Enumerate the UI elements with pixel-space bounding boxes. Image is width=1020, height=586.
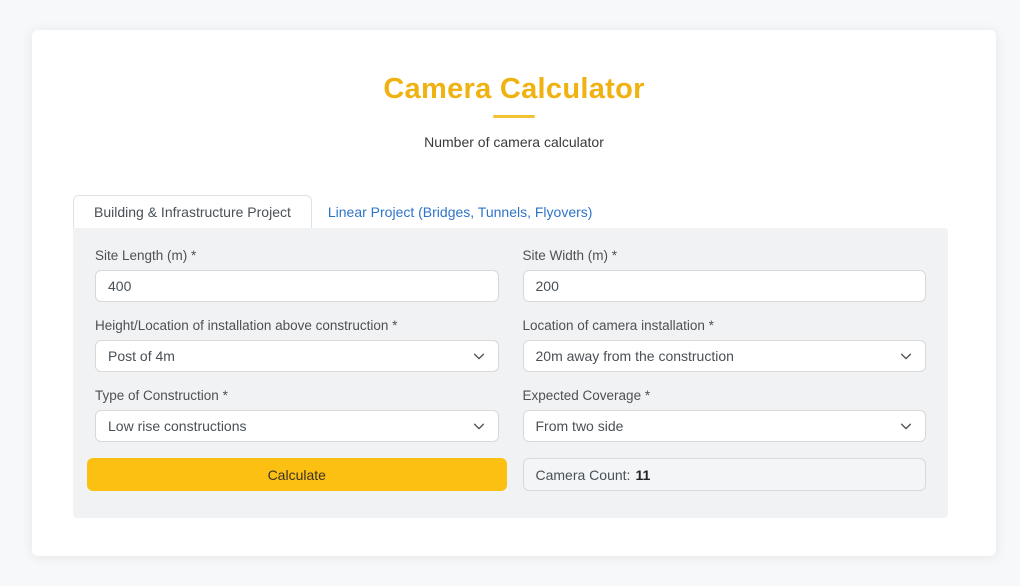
site-length-input[interactable] xyxy=(95,270,499,302)
camera-calculator-card: Camera Calculator Number of camera calcu… xyxy=(32,30,996,556)
construction-type-label: Type of Construction * xyxy=(95,388,499,403)
installation-location-label: Location of camera installation * xyxy=(523,318,927,333)
field-installation-height: Height/Location of installation above co… xyxy=(95,318,499,372)
camera-count-label: Camera Count: xyxy=(536,467,631,483)
installation-height-label: Height/Location of installation above co… xyxy=(95,318,499,333)
field-expected-coverage: Expected Coverage * From two side xyxy=(523,388,927,442)
tab-linear-project[interactable]: Linear Project (Bridges, Tunnels, Flyove… xyxy=(312,195,609,228)
title-underline xyxy=(493,115,535,118)
chevron-down-icon xyxy=(899,419,913,433)
tab-bar: Building & Infrastructure Project Linear… xyxy=(73,195,608,228)
expected-coverage-label: Expected Coverage * xyxy=(523,388,927,403)
page-subtitle: Number of camera calculator xyxy=(32,134,996,150)
camera-count-box: Camera Count: 11 xyxy=(523,458,927,491)
chevron-down-icon xyxy=(899,349,913,363)
installation-height-selected-value: Post of 4m xyxy=(108,348,175,364)
form-grid: Site Length (m) * Site Width (m) * Heigh… xyxy=(95,248,926,491)
camera-count-value: 11 xyxy=(635,467,650,483)
construction-type-select[interactable]: Low rise constructions xyxy=(95,410,499,442)
installation-location-selected-value: 20m away from the construction xyxy=(536,348,734,364)
chevron-down-icon xyxy=(472,349,486,363)
tab-building-infrastructure[interactable]: Building & Infrastructure Project xyxy=(73,195,312,228)
form-panel: Site Length (m) * Site Width (m) * Heigh… xyxy=(73,228,948,518)
expected-coverage-selected-value: From two side xyxy=(536,418,624,434)
site-width-label: Site Width (m) * xyxy=(523,248,927,263)
field-construction-type: Type of Construction * Low rise construc… xyxy=(95,388,499,442)
chevron-down-icon xyxy=(472,419,486,433)
header: Camera Calculator Number of camera calcu… xyxy=(32,30,996,150)
tab-linear-project-label: Linear Project (Bridges, Tunnels, Flyove… xyxy=(328,204,593,220)
expected-coverage-select[interactable]: From two side xyxy=(523,410,927,442)
field-installation-location: Location of camera installation * 20m aw… xyxy=(523,318,927,372)
site-length-label: Site Length (m) * xyxy=(95,248,499,263)
page-title: Camera Calculator xyxy=(32,72,996,106)
calculate-button[interactable]: Calculate xyxy=(87,458,507,491)
field-site-width: Site Width (m) * xyxy=(523,248,927,302)
tab-building-infrastructure-label: Building & Infrastructure Project xyxy=(94,204,291,220)
site-width-input[interactable] xyxy=(523,270,927,302)
installation-height-select[interactable]: Post of 4m xyxy=(95,340,499,372)
construction-type-selected-value: Low rise constructions xyxy=(108,418,247,434)
installation-location-select[interactable]: 20m away from the construction xyxy=(523,340,927,372)
field-site-length: Site Length (m) * xyxy=(95,248,499,302)
